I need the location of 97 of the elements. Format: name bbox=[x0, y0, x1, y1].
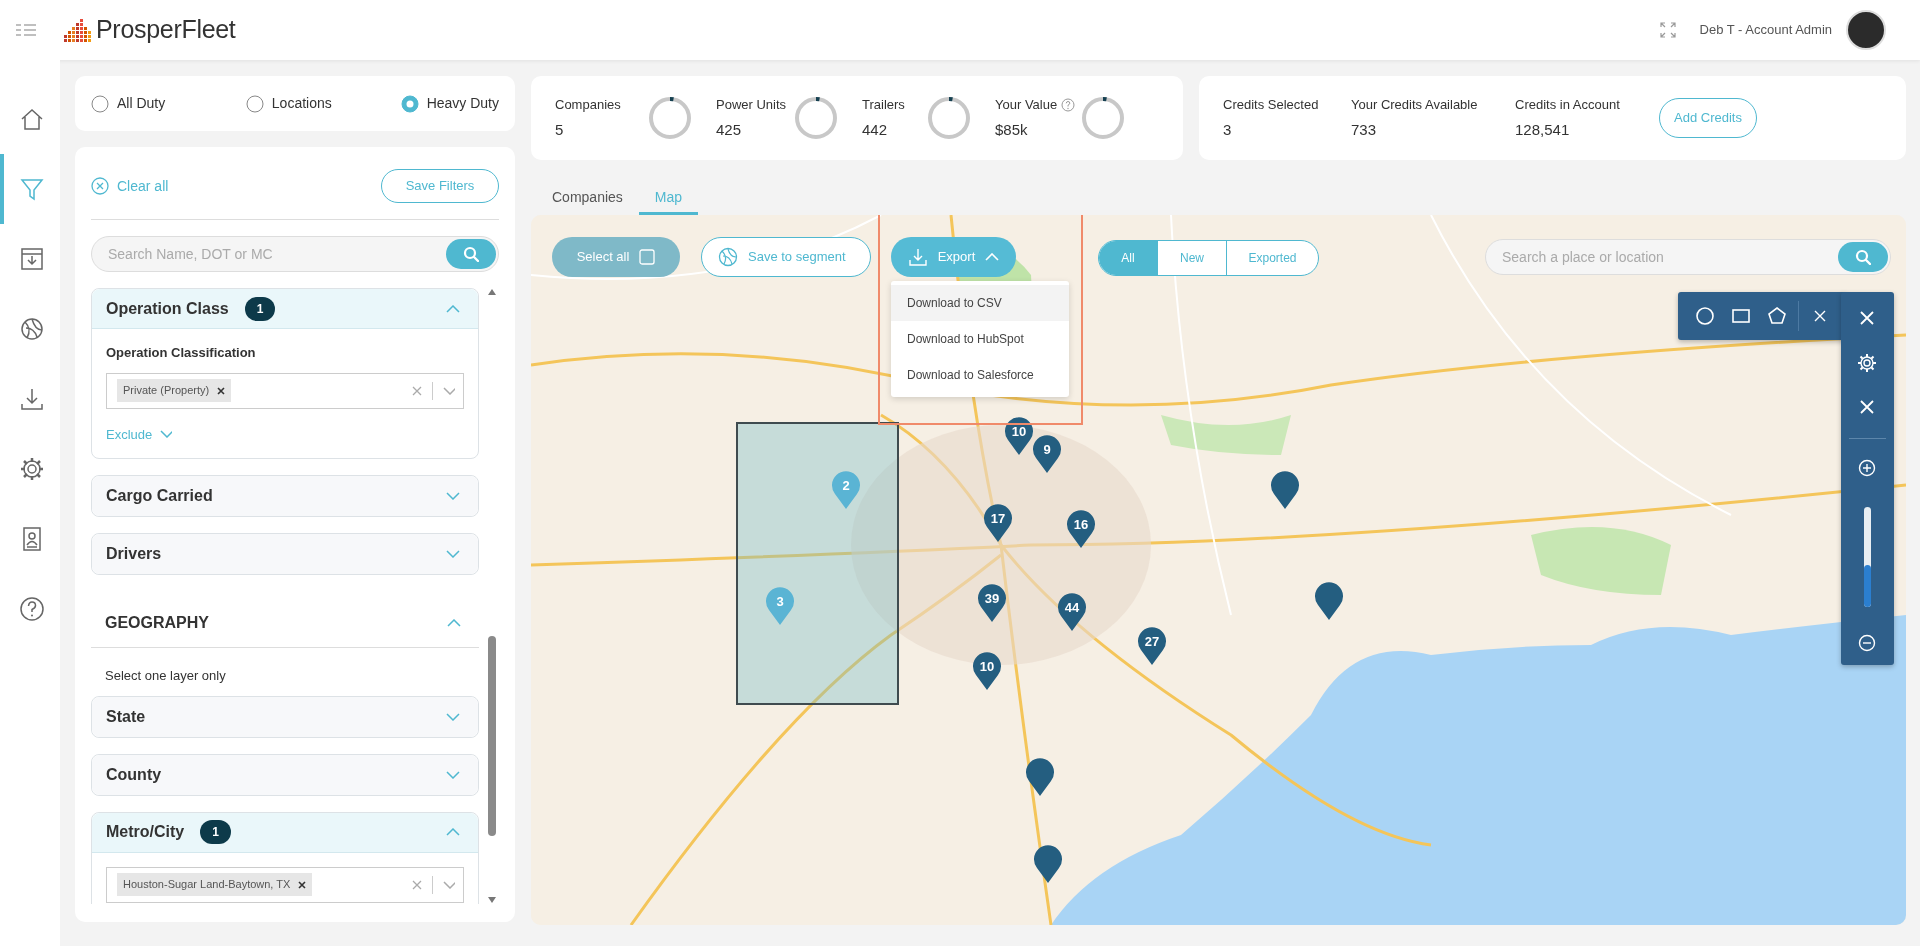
radio-option[interactable]: All Duty bbox=[91, 93, 231, 114]
chevron-down-icon[interactable] bbox=[443, 880, 455, 889]
radio-option[interactable]: Locations bbox=[245, 93, 386, 114]
settings-icon[interactable] bbox=[19, 456, 45, 482]
remove-icon[interactable] bbox=[217, 386, 226, 395]
menu-item[interactable]: Download to CSV bbox=[891, 285, 1069, 321]
field-label: Operation Classification bbox=[106, 344, 257, 362]
filter-section-header[interactable]: Metro/City 1 bbox=[92, 812, 478, 853]
scroll-up-icon[interactable] bbox=[487, 288, 497, 296]
map-marker[interactable]: 10 bbox=[972, 651, 1002, 691]
map-marker[interactable]: 27 bbox=[1137, 626, 1167, 666]
checkbox-icon[interactable] bbox=[639, 249, 656, 265]
stat-value: $85k bbox=[995, 119, 1029, 140]
user-name[interactable]: Deb T - Account Admin bbox=[1699, 20, 1832, 40]
filter-section-header[interactable]: Drivers bbox=[92, 534, 478, 574]
map[interactable]: 10 9 2 17 16 3 39 44 27 10 Select all Save to segment Export Download to CSV Download to HubSpot Download to Salesforce All New Exported Search a place or location bbox=[531, 215, 1906, 925]
download-icon[interactable] bbox=[19, 386, 45, 412]
map-marker[interactable] bbox=[1033, 844, 1063, 884]
view-tab[interactable]: Companies bbox=[536, 183, 639, 215]
chevron-up-icon[interactable] bbox=[446, 304, 460, 313]
map-marker[interactable]: 9 bbox=[1032, 434, 1062, 474]
chevron-up-icon[interactable] bbox=[446, 828, 460, 836]
filter-section-header[interactable]: Operation Class 1 bbox=[92, 289, 478, 329]
filter-section-header[interactable]: County bbox=[92, 754, 478, 795]
avatar[interactable] bbox=[1846, 10, 1886, 50]
filter-section-header[interactable]: Cargo Carried bbox=[92, 476, 478, 516]
menu-item[interactable]: Download to Salesforce bbox=[891, 357, 1069, 393]
help-icon[interactable] bbox=[19, 596, 45, 622]
radio-icon[interactable] bbox=[245, 94, 264, 113]
radio-option[interactable]: Heavy Duty bbox=[400, 93, 499, 114]
stat-value: 3 bbox=[1223, 119, 1233, 140]
fullscreen-icon[interactable] bbox=[1659, 22, 1676, 38]
stat-value: 5 bbox=[555, 119, 565, 140]
home-icon[interactable] bbox=[19, 106, 45, 132]
remove-icon[interactable] bbox=[298, 880, 307, 889]
chevron-down-icon[interactable] bbox=[446, 550, 460, 558]
brand-name: ProsperFleet bbox=[96, 14, 236, 46]
stat-label: Credits in Account bbox=[1515, 96, 1621, 114]
progress-ring bbox=[1081, 96, 1125, 140]
progress-ring bbox=[648, 96, 692, 140]
stat-label: Trailers bbox=[862, 96, 905, 114]
chevron-down-icon[interactable] bbox=[446, 770, 460, 779]
zoom-slider[interactable] bbox=[1864, 507, 1871, 607]
stat-value: 425 bbox=[716, 119, 743, 140]
filter-icon[interactable] bbox=[19, 176, 45, 202]
ball-icon[interactable] bbox=[19, 316, 45, 342]
map-marker[interactable] bbox=[1270, 470, 1300, 510]
stat-label: Power Units bbox=[716, 96, 787, 114]
stat-value: 128,541 bbox=[1515, 119, 1571, 140]
map-marker[interactable] bbox=[1025, 757, 1055, 797]
selected-tag: Houston-Sugar Land-Baytown, TX bbox=[117, 873, 313, 896]
logo-icon bbox=[64, 18, 92, 42]
stat-value: 442 bbox=[862, 119, 889, 140]
radio-icon[interactable] bbox=[400, 94, 419, 113]
stat-value: 733 bbox=[1351, 119, 1378, 140]
info-icon[interactable] bbox=[1061, 97, 1076, 112]
scrollbar-thumb[interactable] bbox=[488, 636, 496, 836]
clear-icon[interactable] bbox=[412, 879, 422, 890]
tag-select-field[interactable]: Private (Property) bbox=[106, 372, 464, 409]
stat-label: Your Credits Available bbox=[1351, 96, 1479, 114]
count-badge: 1 bbox=[244, 296, 276, 321]
search-button[interactable] bbox=[446, 239, 496, 269]
stat-label: Your Value bbox=[995, 96, 1058, 114]
map-marker[interactable]: 10 bbox=[1004, 416, 1034, 456]
search-field[interactable]: Search Name, DOT or MC bbox=[91, 236, 499, 272]
progress-ring bbox=[927, 96, 971, 140]
stat-label: Companies bbox=[555, 96, 621, 114]
section-heading[interactable]: GEOGRAPHY bbox=[91, 591, 479, 648]
search-icon[interactable] bbox=[1855, 249, 1871, 265]
chevron-down-icon[interactable] bbox=[160, 430, 173, 439]
stat-label: Credits Selected bbox=[1223, 96, 1320, 114]
place-search-field[interactable]: Search a place or location bbox=[1485, 239, 1891, 275]
progress-ring bbox=[794, 96, 838, 140]
map-marker[interactable] bbox=[1314, 581, 1344, 621]
map-marker[interactable]: 17 bbox=[983, 503, 1013, 543]
search-icon[interactable] bbox=[463, 246, 479, 262]
chevron-down-icon[interactable] bbox=[443, 386, 455, 395]
filter-section-header[interactable]: State bbox=[92, 696, 478, 737]
chevron-down-icon[interactable] bbox=[446, 492, 460, 500]
map-marker[interactable]: 16 bbox=[1066, 509, 1096, 549]
chevron-up-icon[interactable] bbox=[447, 619, 461, 627]
download-box-icon[interactable] bbox=[19, 246, 45, 272]
tag-select-field[interactable]: Houston-Sugar Land-Baytown, TX bbox=[106, 866, 464, 903]
scroll-down-icon[interactable] bbox=[487, 896, 497, 904]
clear-icon[interactable] bbox=[412, 385, 422, 396]
menu-icon[interactable] bbox=[16, 23, 36, 37]
map-marker[interactable]: 39 bbox=[977, 583, 1007, 623]
helper-text: Select one layer only bbox=[104, 667, 227, 685]
radio-icon[interactable] bbox=[91, 94, 109, 113]
menu-item[interactable]: Download to HubSpot bbox=[891, 321, 1069, 357]
selected-tag: Private (Property) bbox=[117, 379, 232, 402]
count-badge: 1 bbox=[200, 820, 231, 844]
map-marker[interactable]: 44 bbox=[1057, 592, 1087, 632]
download-icon[interactable] bbox=[907, 247, 928, 267]
search-button[interactable] bbox=[1838, 242, 1888, 272]
chevron-down-icon[interactable] bbox=[446, 712, 460, 721]
clear-icon[interactable] bbox=[91, 177, 109, 195]
